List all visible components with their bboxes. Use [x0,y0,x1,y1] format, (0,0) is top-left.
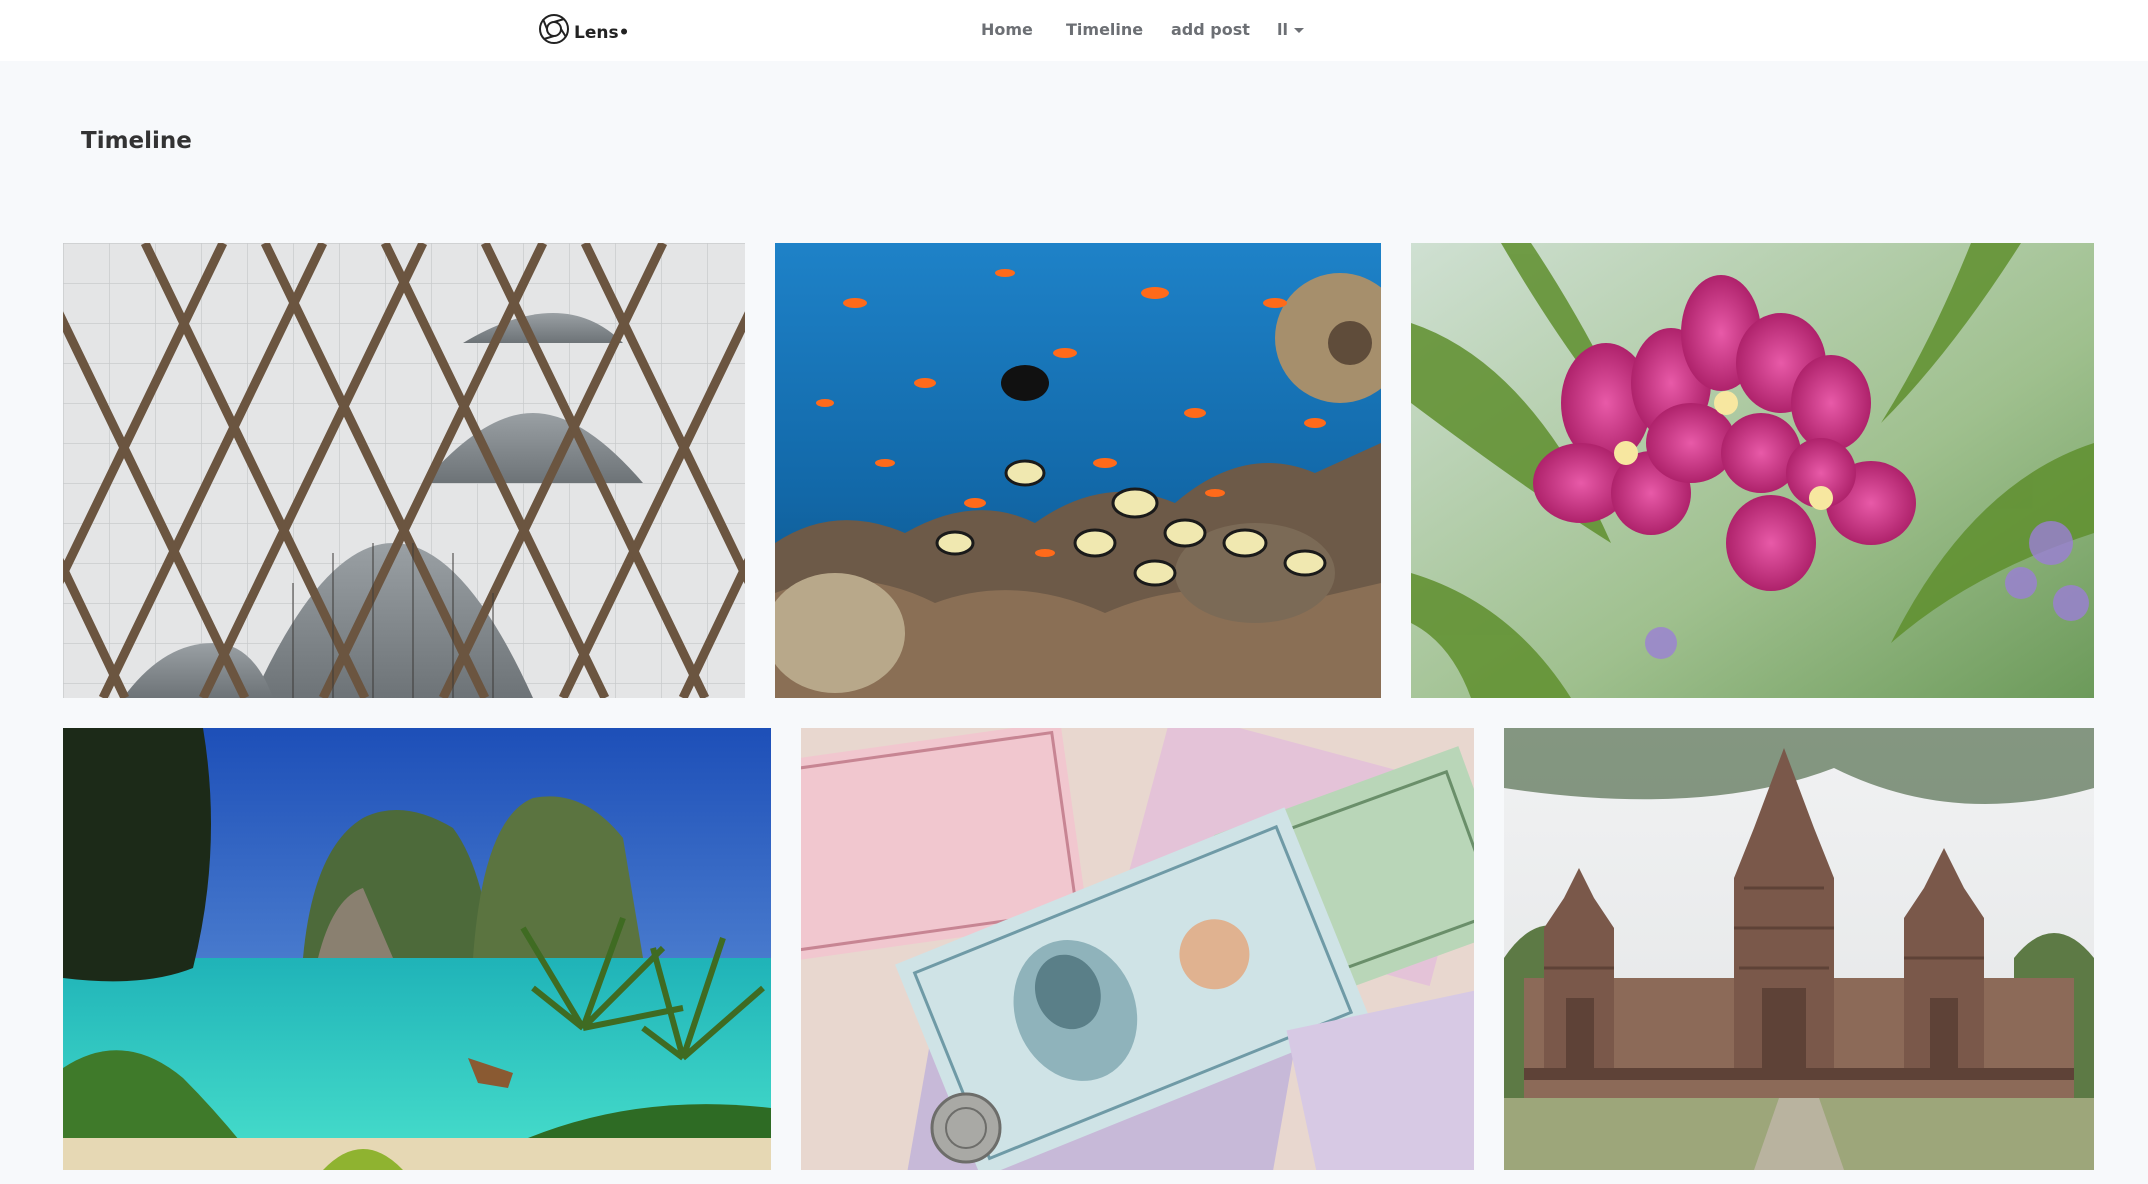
nav-timeline-link[interactable]: Timeline [1066,18,1143,42]
timeline-photo-tropical-beach[interactable] [63,728,771,1170]
user-dropdown-toggle[interactable]: ll [1277,18,1304,42]
temple-image [1504,728,2094,1170]
banknotes-image [801,728,1474,1170]
timeline-photo-temple[interactable] [1504,728,2094,1170]
timeline-photo-coral-reef[interactable] [775,243,1381,698]
timeline-photo-building-facade[interactable] [63,243,745,698]
top-navbar: Lens• Home Timeline add post ll [0,0,2148,61]
brand-name: Lens• [574,23,630,43]
timeline-photo-banknotes[interactable] [801,728,1474,1170]
user-name: ll [1277,20,1288,39]
nav-add-post-link[interactable]: add post [1171,18,1250,42]
coral-reef-image [775,243,1381,698]
building-facade-image [63,243,745,698]
timeline-photo-orchid[interactable] [1411,243,2094,698]
lens-aperture-icon [539,14,569,44]
nav-home-link[interactable]: Home [981,18,1033,42]
brand-logo[interactable]: Lens• [538,13,629,45]
tropical-beach-image [63,728,771,1170]
orchid-image [1411,243,2094,698]
page-title: Timeline [81,128,192,154]
caret-down-icon [1293,27,1304,33]
